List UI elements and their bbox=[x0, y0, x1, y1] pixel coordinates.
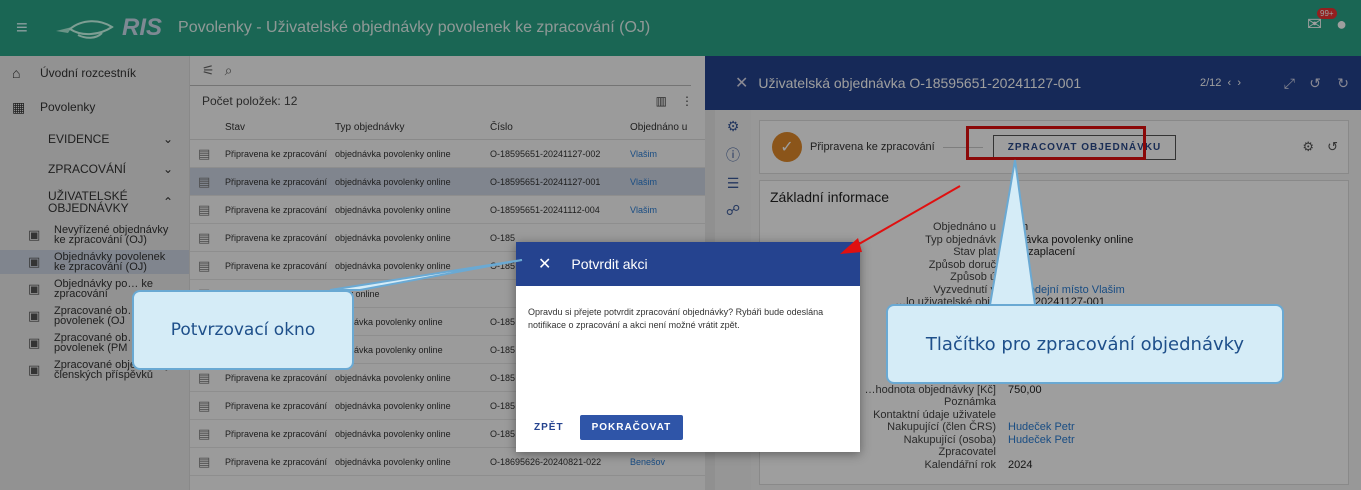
callout-text: Potvrzovací okno bbox=[170, 320, 316, 340]
dialog-message: Opravdu si přejete potvrdit zpracování o… bbox=[528, 307, 824, 330]
dialog-header: ✕ Potvrdit akci bbox=[516, 242, 860, 286]
continue-button[interactable]: POKRAČOVAT bbox=[579, 415, 684, 440]
dialog-title: Potvrdit akci bbox=[571, 256, 648, 272]
callout-process-button: Tlačítko pro zpracování objednávky bbox=[886, 304, 1284, 384]
back-button[interactable]: ZPĚT bbox=[528, 416, 570, 439]
callout-dialog: Potvrzovací okno bbox=[132, 290, 354, 370]
confirm-dialog: ✕ Potvrdit akci Opravdu si přejete potvr… bbox=[516, 242, 860, 452]
callout-text: Tlačítko pro zpracování objednávky bbox=[925, 333, 1245, 355]
close-icon[interactable]: ✕ bbox=[538, 254, 551, 274]
